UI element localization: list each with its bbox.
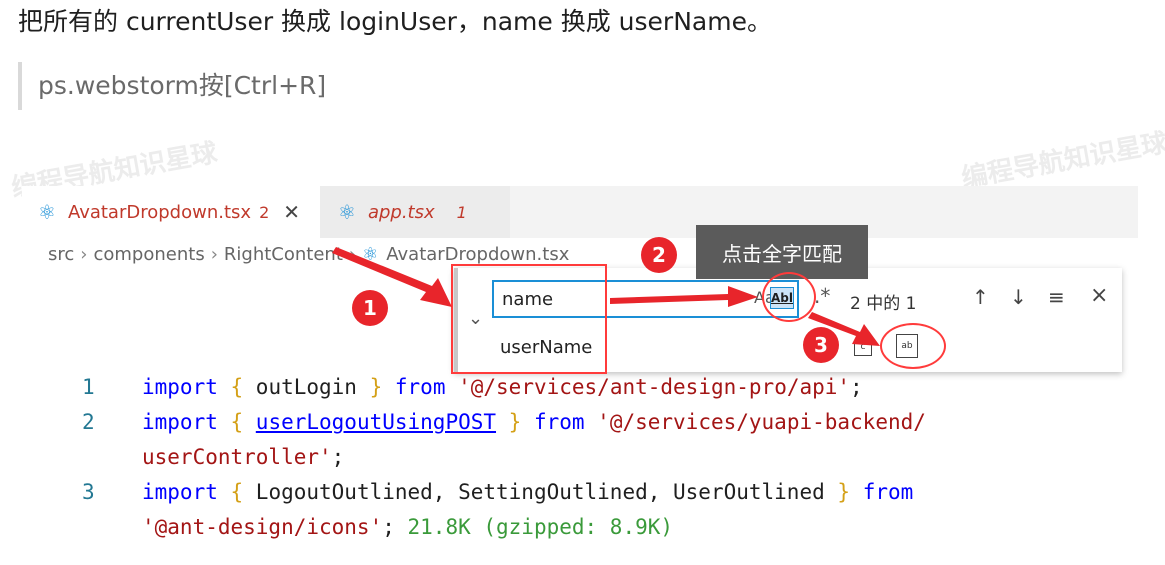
code-token: '@/services/ant-design-pro/api' bbox=[445, 375, 851, 399]
code-token: ; bbox=[382, 515, 408, 539]
code-content: import { userLogoutUsingPOST } from '@/s… bbox=[142, 405, 926, 440]
step-marker: 2 bbox=[641, 237, 677, 273]
code-token: { bbox=[217, 375, 256, 399]
article-instruction: 把所有的 currentUser 换成 loginUser，name 换成 us… bbox=[18, 7, 772, 36]
tip-text: ps.webstorm按[Ctrl+R] bbox=[38, 71, 327, 100]
code-token: userController' bbox=[142, 445, 332, 469]
tab-avatar-dropdown[interactable]: ⚛ AvatarDropdown.tsx 2 ✕ bbox=[22, 186, 320, 238]
tab-label: app.tsx bbox=[367, 201, 435, 223]
tab-label: AvatarDropdown.tsx bbox=[67, 201, 252, 223]
tip-quote: ps.webstorm按[Ctrl+R] bbox=[18, 62, 326, 110]
tooltip: 点击全字匹配 bbox=[696, 225, 868, 279]
match-count: 2 中的 1 bbox=[850, 294, 917, 314]
code-token: import bbox=[142, 480, 218, 504]
step-marker: 3 bbox=[803, 327, 839, 363]
chevron-right-icon: › bbox=[348, 244, 357, 265]
arrow-down-icon[interactable]: ↓ bbox=[1010, 285, 1027, 309]
line-number: 3 bbox=[82, 480, 95, 504]
breadcrumb-item[interactable]: RightContent bbox=[224, 244, 343, 265]
arrow-up-icon[interactable]: ↑ bbox=[972, 285, 989, 309]
code-token: } bbox=[824, 480, 863, 504]
close-icon[interactable]: ✕ bbox=[283, 200, 300, 224]
code-token: ; bbox=[331, 445, 345, 469]
code-token: 21.8K (gzipped: 8.9K) bbox=[407, 515, 674, 539]
code-token: } bbox=[356, 375, 395, 399]
code-token: ; bbox=[850, 375, 863, 399]
react-icon: ⚛ bbox=[338, 200, 356, 224]
code-token: import bbox=[142, 410, 218, 434]
code-token: LogoutOutlined, SettingOutlined, UserOut… bbox=[255, 480, 825, 504]
annotation-circle bbox=[762, 272, 816, 322]
annotation-circle bbox=[880, 323, 946, 369]
breadcrumb-item[interactable]: src bbox=[48, 244, 74, 265]
breadcrumb: src › components › RightContent › ⚛ AvatarDropd… bbox=[48, 244, 569, 265]
react-icon: ⚛ bbox=[362, 244, 379, 265]
code-token: import bbox=[142, 375, 218, 399]
code-token[interactable]: userLogoutUsingPOST bbox=[256, 410, 496, 434]
breadcrumb-item[interactable]: AvatarDropdown.tsx bbox=[386, 244, 569, 265]
code-token: from bbox=[394, 375, 446, 399]
react-icon: ⚛ bbox=[38, 200, 56, 224]
watermark: 编程导航知识星球 bbox=[959, 128, 1165, 194]
code-token: '@/services/yuapi-backend/ bbox=[584, 410, 926, 434]
editor-tab-bar: ⚛ AvatarDropdown.tsx 2 ✕ ⚛ app.tsx 1 bbox=[22, 186, 1138, 238]
close-icon[interactable]: × bbox=[1090, 283, 1108, 308]
code-token: '@ant-design/icons' bbox=[142, 515, 383, 539]
problem-count-badge: 2 bbox=[259, 202, 270, 222]
replace-one-icon[interactable]: c bbox=[854, 340, 872, 356]
code-token: outLogin bbox=[255, 375, 357, 399]
code-content: '@ant-design/icons'; 21.8K (gzipped: 8.9… bbox=[142, 510, 673, 545]
code-token: from bbox=[533, 410, 585, 434]
code-token: { bbox=[217, 410, 256, 434]
code-content: userController'; bbox=[142, 440, 344, 475]
regex-button[interactable]: .* bbox=[814, 284, 830, 308]
chevron-right-icon: › bbox=[80, 244, 88, 265]
annotation-box bbox=[451, 264, 607, 374]
problem-count-badge: 1 bbox=[456, 202, 467, 222]
code-content: import { LogoutOutlined, SettingOutlined… bbox=[142, 475, 913, 510]
tab-app[interactable]: ⚛ app.tsx 1 bbox=[320, 186, 510, 238]
line-number: 2 bbox=[82, 410, 95, 434]
code-token: from bbox=[862, 480, 914, 504]
step-marker: 1 bbox=[352, 290, 388, 326]
code-token: { bbox=[217, 480, 256, 504]
breadcrumb-item[interactable]: components bbox=[93, 244, 204, 265]
code-token: } bbox=[496, 410, 534, 434]
code-content: import { outLogin } from '@/services/ant… bbox=[142, 370, 863, 405]
line-number: 1 bbox=[82, 375, 95, 399]
chevron-right-icon: › bbox=[210, 244, 218, 265]
find-in-selection-icon[interactable]: ≡ bbox=[1048, 285, 1065, 309]
